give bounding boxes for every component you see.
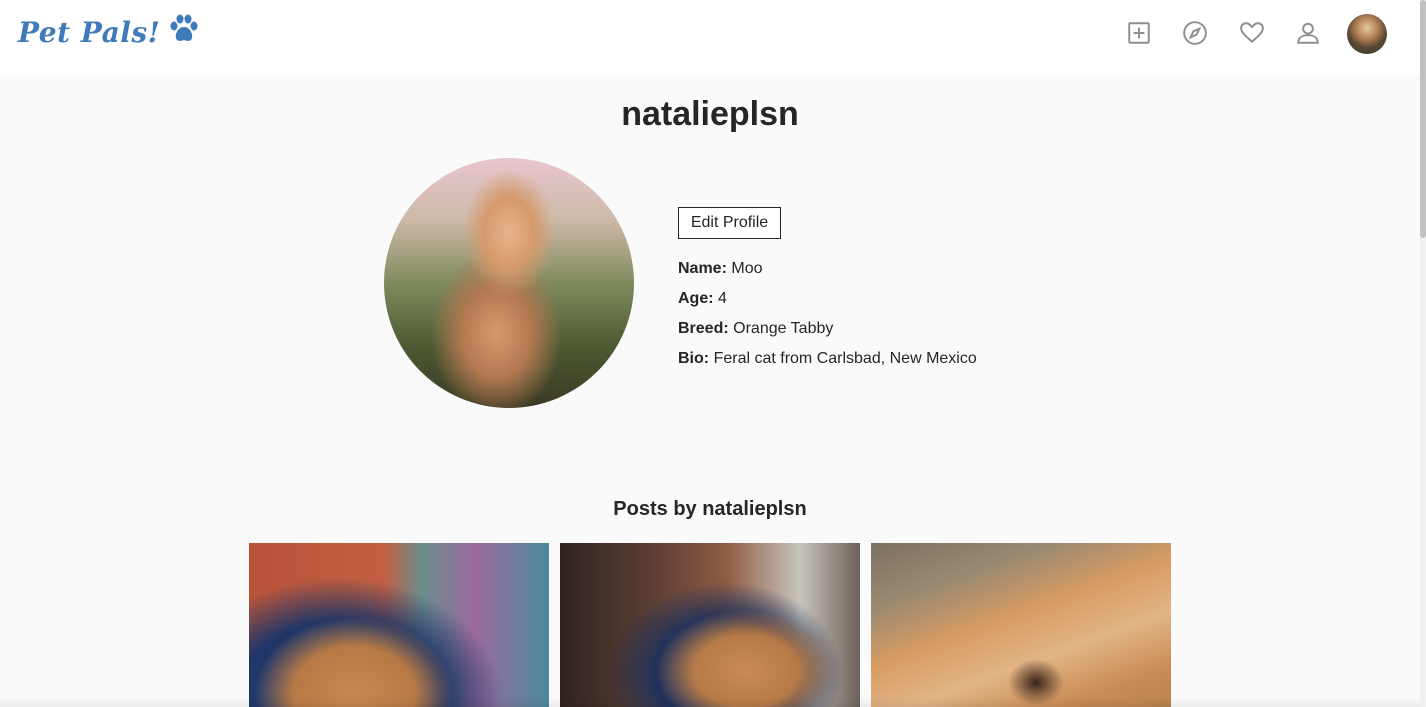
app-logo[interactable]: Pet Pals! <box>18 14 200 51</box>
profile-photo <box>384 158 634 408</box>
post-thumbnail-1[interactable] <box>249 543 549 707</box>
breed-row: Breed: Orange Tabby <box>678 314 977 344</box>
bio-label: Bio: <box>678 350 710 367</box>
page-title: natalieplsn <box>621 95 799 133</box>
name-value: Moo <box>731 260 763 277</box>
top-navbar: Pet Pals! <box>0 0 1420 75</box>
age-row: Age: 4 <box>678 284 977 314</box>
posts-section-title: Posts by natalieplsn <box>613 498 807 520</box>
add-post-icon[interactable] <box>1124 18 1154 48</box>
name-row: Name: Moo <box>678 254 977 284</box>
explore-compass-icon[interactable] <box>1180 18 1210 48</box>
breed-label: Breed: <box>678 320 729 337</box>
logo-text[interactable]: Pet Pals! <box>18 16 160 49</box>
edit-profile-button[interactable]: Edit Profile <box>678 207 781 239</box>
heart-icon[interactable] <box>1237 18 1267 48</box>
scrollbar[interactable] <box>1420 0 1426 707</box>
bio-value: Feral cat from Carlsbad, New Mexico <box>713 350 977 367</box>
bottom-shade <box>0 697 1420 707</box>
avatar[interactable] <box>1347 14 1387 54</box>
scrollbar-thumb[interactable] <box>1420 0 1426 238</box>
post-thumbnail-3[interactable] <box>871 543 1171 707</box>
age-label: Age: <box>678 290 714 307</box>
breed-value: Orange Tabby <box>733 320 834 337</box>
nav-icons <box>1124 12 1387 54</box>
profile-info: Name: Moo Age: 4 Breed: Orange Tabby Bio… <box>678 254 977 374</box>
user-profile-icon[interactable] <box>1293 18 1323 48</box>
paw-icon <box>168 14 200 51</box>
bio-row: Bio: Feral cat from Carlsbad, New Mexico <box>678 344 977 374</box>
post-thumbnail-2[interactable] <box>560 543 860 707</box>
age-value: 4 <box>718 290 727 307</box>
name-label: Name: <box>678 260 727 277</box>
